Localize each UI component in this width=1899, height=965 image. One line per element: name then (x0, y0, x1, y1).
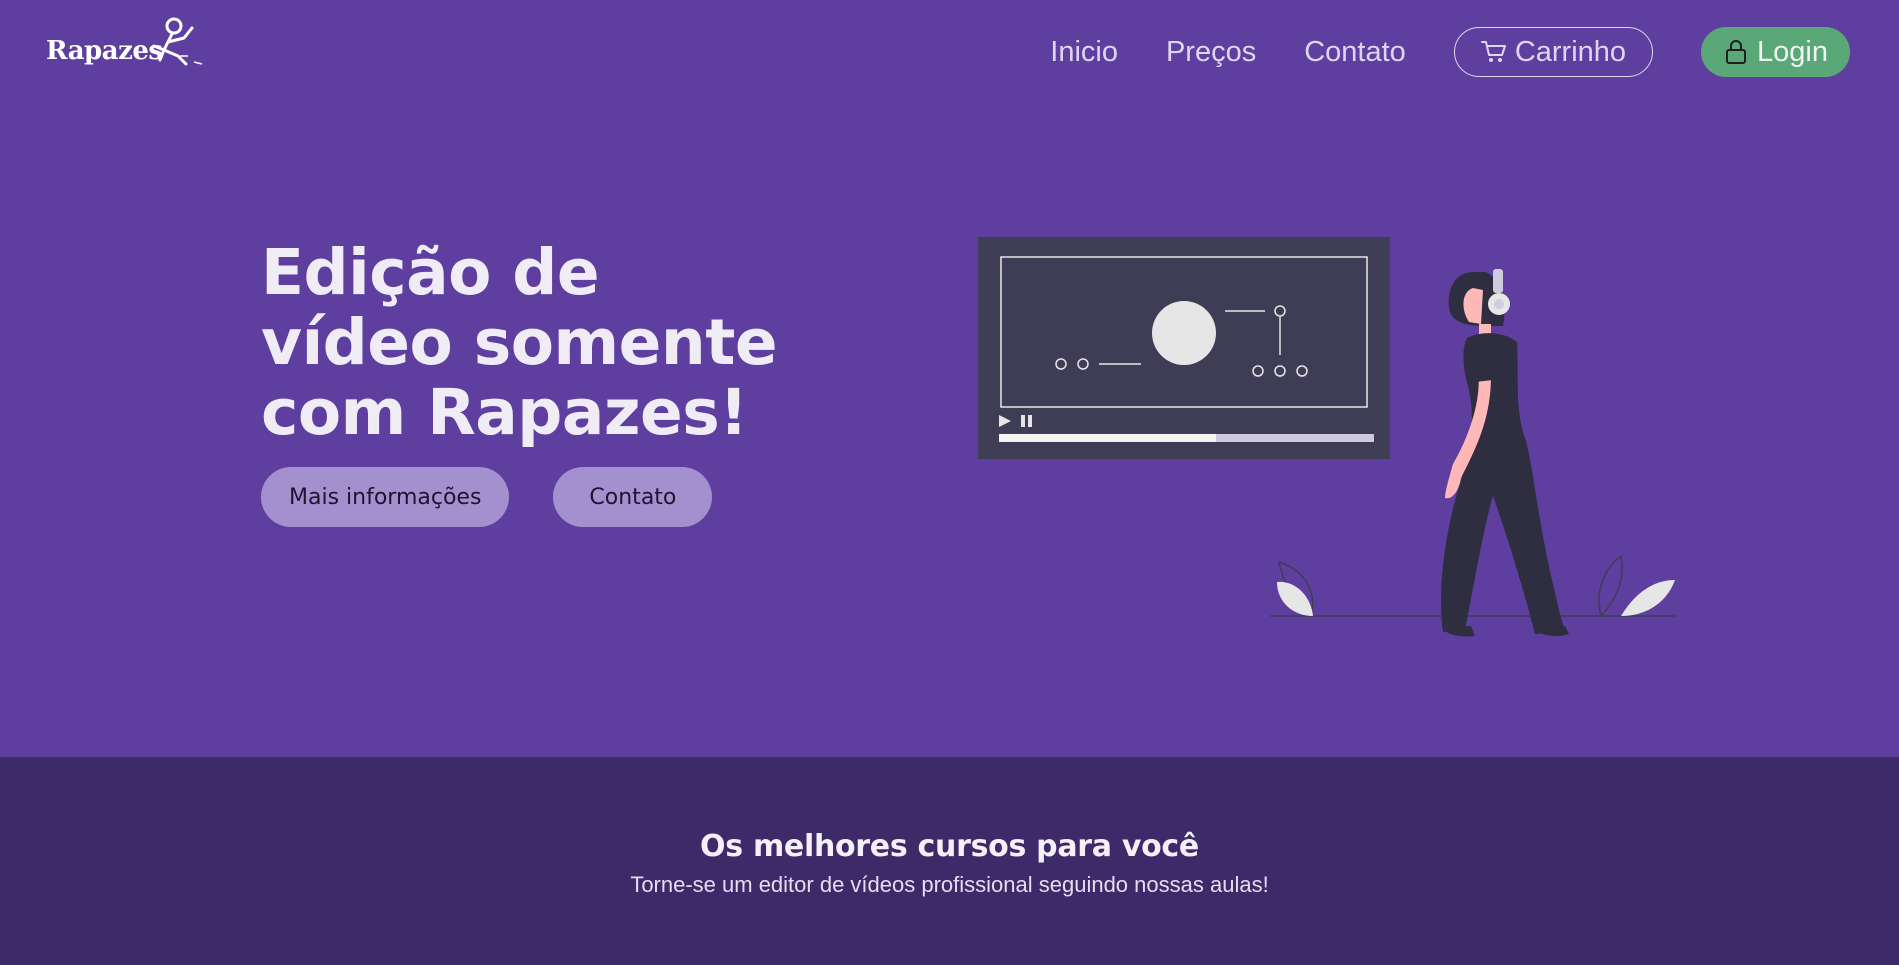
hero-buttons: Mais informações Contato (261, 467, 713, 527)
lock-icon (1726, 40, 1747, 64)
woman-with-headphones-icon (1441, 269, 1569, 637)
cart-button[interactable]: Carrinho (1453, 27, 1654, 77)
site-header: Rapazes Inicio Preços Contato Carrinho L… (0, 0, 1899, 100)
hero-title-line: Edição de (261, 236, 600, 309)
video-editor-illustration (978, 237, 1675, 637)
login-label: Login (1757, 35, 1828, 68)
nav-link-inicio[interactable]: Inicio (1050, 36, 1118, 69)
more-info-button[interactable]: Mais informações (261, 467, 510, 527)
plant-icon (1598, 554, 1675, 618)
courses-subtitle: Torne-se um editor de vídeos profissiona… (630, 872, 1269, 897)
contact-button[interactable]: Contato (553, 467, 713, 527)
video-player-icon (978, 237, 1390, 459)
pause-icon (1021, 415, 1025, 427)
courses-section: Os melhores cursos para você Torne-se um… (0, 757, 1899, 965)
hero-title-line: com Rapazes! (261, 376, 748, 449)
logo[interactable]: Rapazes (46, 16, 206, 72)
main-nav: Inicio Preços Contato Carrinho Login (1050, 26, 1850, 78)
logo-figure-icon (152, 17, 203, 66)
nav-link-contato[interactable]: Contato (1304, 36, 1406, 69)
cart-icon (1480, 41, 1506, 62)
page: Rapazes Inicio Preços Contato Carrinho L… (0, 0, 1899, 965)
progress-fill (999, 434, 1216, 442)
logo-text: Rapazes (46, 36, 163, 66)
cart-label: Carrinho (1514, 35, 1627, 68)
courses-title: Os melhores cursos para você (700, 829, 1199, 864)
hero-title-line: vídeo somente (261, 306, 778, 379)
login-button[interactable]: Login (1701, 27, 1850, 77)
plant-icon (1277, 560, 1314, 618)
hero-title: Edição de vídeo somente com Rapazes! (261, 238, 821, 448)
nav-link-precos[interactable]: Preços (1166, 36, 1256, 69)
